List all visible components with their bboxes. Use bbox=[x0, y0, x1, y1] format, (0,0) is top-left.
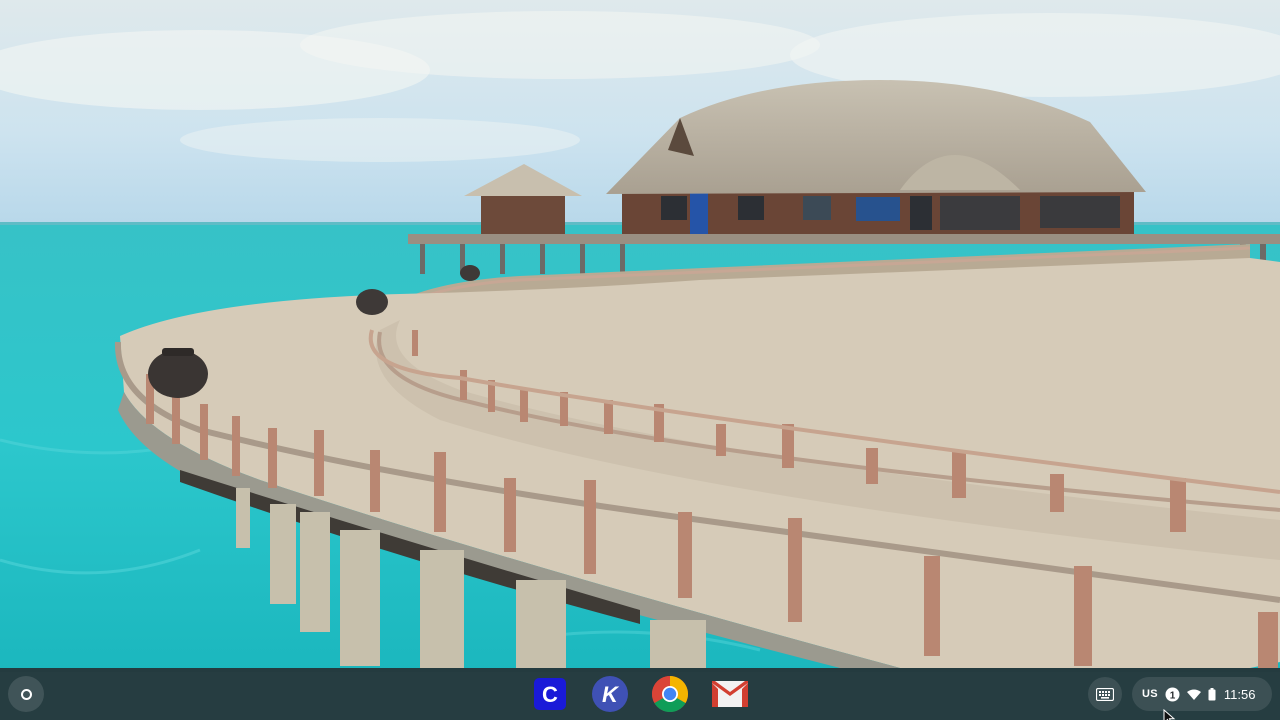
c-app-icon[interactable]: C bbox=[530, 674, 570, 714]
keyboard-button[interactable] bbox=[1088, 677, 1122, 711]
shelf: C K US 1 11:56 bbox=[0, 668, 1280, 720]
input-method-label: US bbox=[1142, 688, 1158, 700]
clock: 11:56 bbox=[1223, 686, 1256, 702]
wifi-icon bbox=[1186, 689, 1201, 700]
launcher-circle-icon bbox=[20, 688, 32, 700]
chrome-icon[interactable] bbox=[650, 674, 690, 714]
c-app-letter: C bbox=[542, 682, 558, 707]
pinned-apps: C K bbox=[530, 674, 750, 714]
keyboard-icon bbox=[1096, 687, 1114, 701]
wallpaper-image bbox=[0, 0, 1280, 672]
battery-icon bbox=[1208, 687, 1216, 701]
k-app-letter: K bbox=[602, 682, 620, 707]
notification-count: 1 bbox=[1170, 690, 1176, 701]
launcher-button[interactable] bbox=[8, 676, 44, 712]
notification-count-icon: 1 bbox=[1165, 687, 1180, 702]
status-tray[interactable]: US 1 11:56 bbox=[1132, 677, 1272, 711]
k-app-icon[interactable]: K bbox=[590, 674, 630, 714]
desktop: C K US 1 11:56 bbox=[0, 0, 1280, 720]
gmail-icon[interactable] bbox=[710, 674, 750, 714]
